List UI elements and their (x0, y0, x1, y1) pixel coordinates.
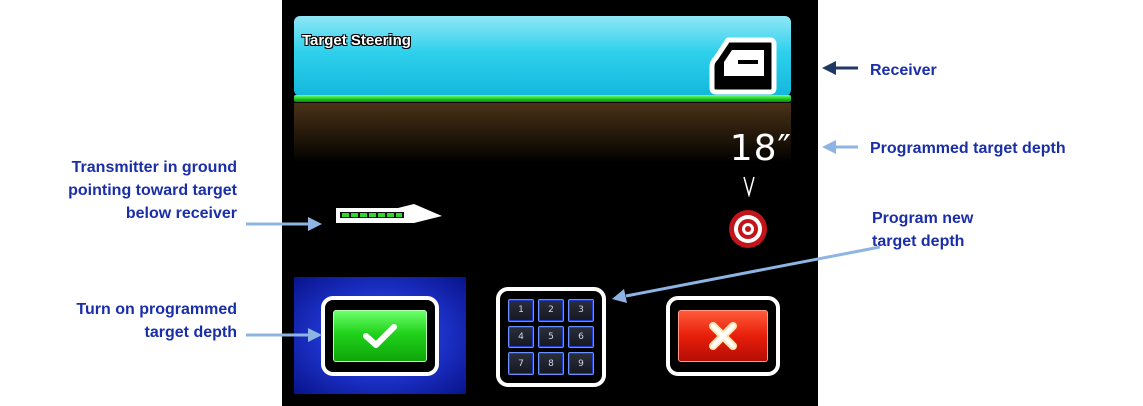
programmed-depth-label: Programmed target depth (870, 140, 1066, 157)
turn-on-depth-label-line: Turn on programmed (76, 301, 237, 318)
keypad-key: 1 (508, 299, 534, 322)
depth-arrowhead (822, 140, 836, 154)
transmitter-label-line: Transmitter in ground (71, 159, 237, 176)
checkmark-icon (363, 324, 397, 348)
receiver-arrowhead (822, 61, 836, 75)
device-screen: Target Steering 18″ 1 2 3 4 5 6 7 8 9 (282, 0, 818, 406)
turn-on-depth-label: Turn on programmed target depth (76, 298, 237, 344)
keypad-key: 9 (568, 352, 594, 375)
keypad-button[interactable]: 1 2 3 4 5 6 7 8 9 (496, 287, 606, 387)
keypad-key: 5 (538, 325, 564, 349)
target-depth-value: 18″ (729, 128, 792, 169)
transmitter-label-line: below receiver (125, 205, 237, 222)
turn-on-depth-label-line: target depth (144, 324, 237, 341)
target-icon (729, 210, 767, 248)
x-icon (709, 322, 737, 350)
transmitter-label-line: pointing toward target (68, 182, 237, 199)
receiver-label: Receiver (870, 62, 937, 79)
cancel-button-face (678, 310, 768, 362)
ground-surface-line (294, 95, 791, 102)
receiver-icon (709, 37, 777, 95)
confirm-button-face (333, 310, 427, 362)
keypad-key: 6 (568, 325, 594, 349)
keypad-key: 7 (508, 352, 534, 375)
keypad-icon: 1 2 3 4 5 6 7 8 9 (508, 299, 594, 375)
keypad-key: 3 (568, 299, 594, 322)
keypad-key: 8 (538, 352, 564, 375)
keypad-key: 4 (508, 325, 534, 349)
cancel-button[interactable] (666, 296, 780, 376)
program-new-depth-label: Program new target depth (872, 207, 973, 253)
transmitter-label: Transmitter in ground pointing toward ta… (68, 156, 237, 225)
program-new-depth-label-line: Program new (872, 210, 974, 227)
screen-title: Target Steering (302, 32, 411, 49)
transmitter-icon (336, 204, 442, 223)
down-arrow-icon (743, 176, 755, 197)
program-new-depth-label-line: target depth (872, 233, 965, 250)
keypad-key: 2 (538, 299, 564, 322)
confirm-button[interactable] (321, 296, 439, 376)
